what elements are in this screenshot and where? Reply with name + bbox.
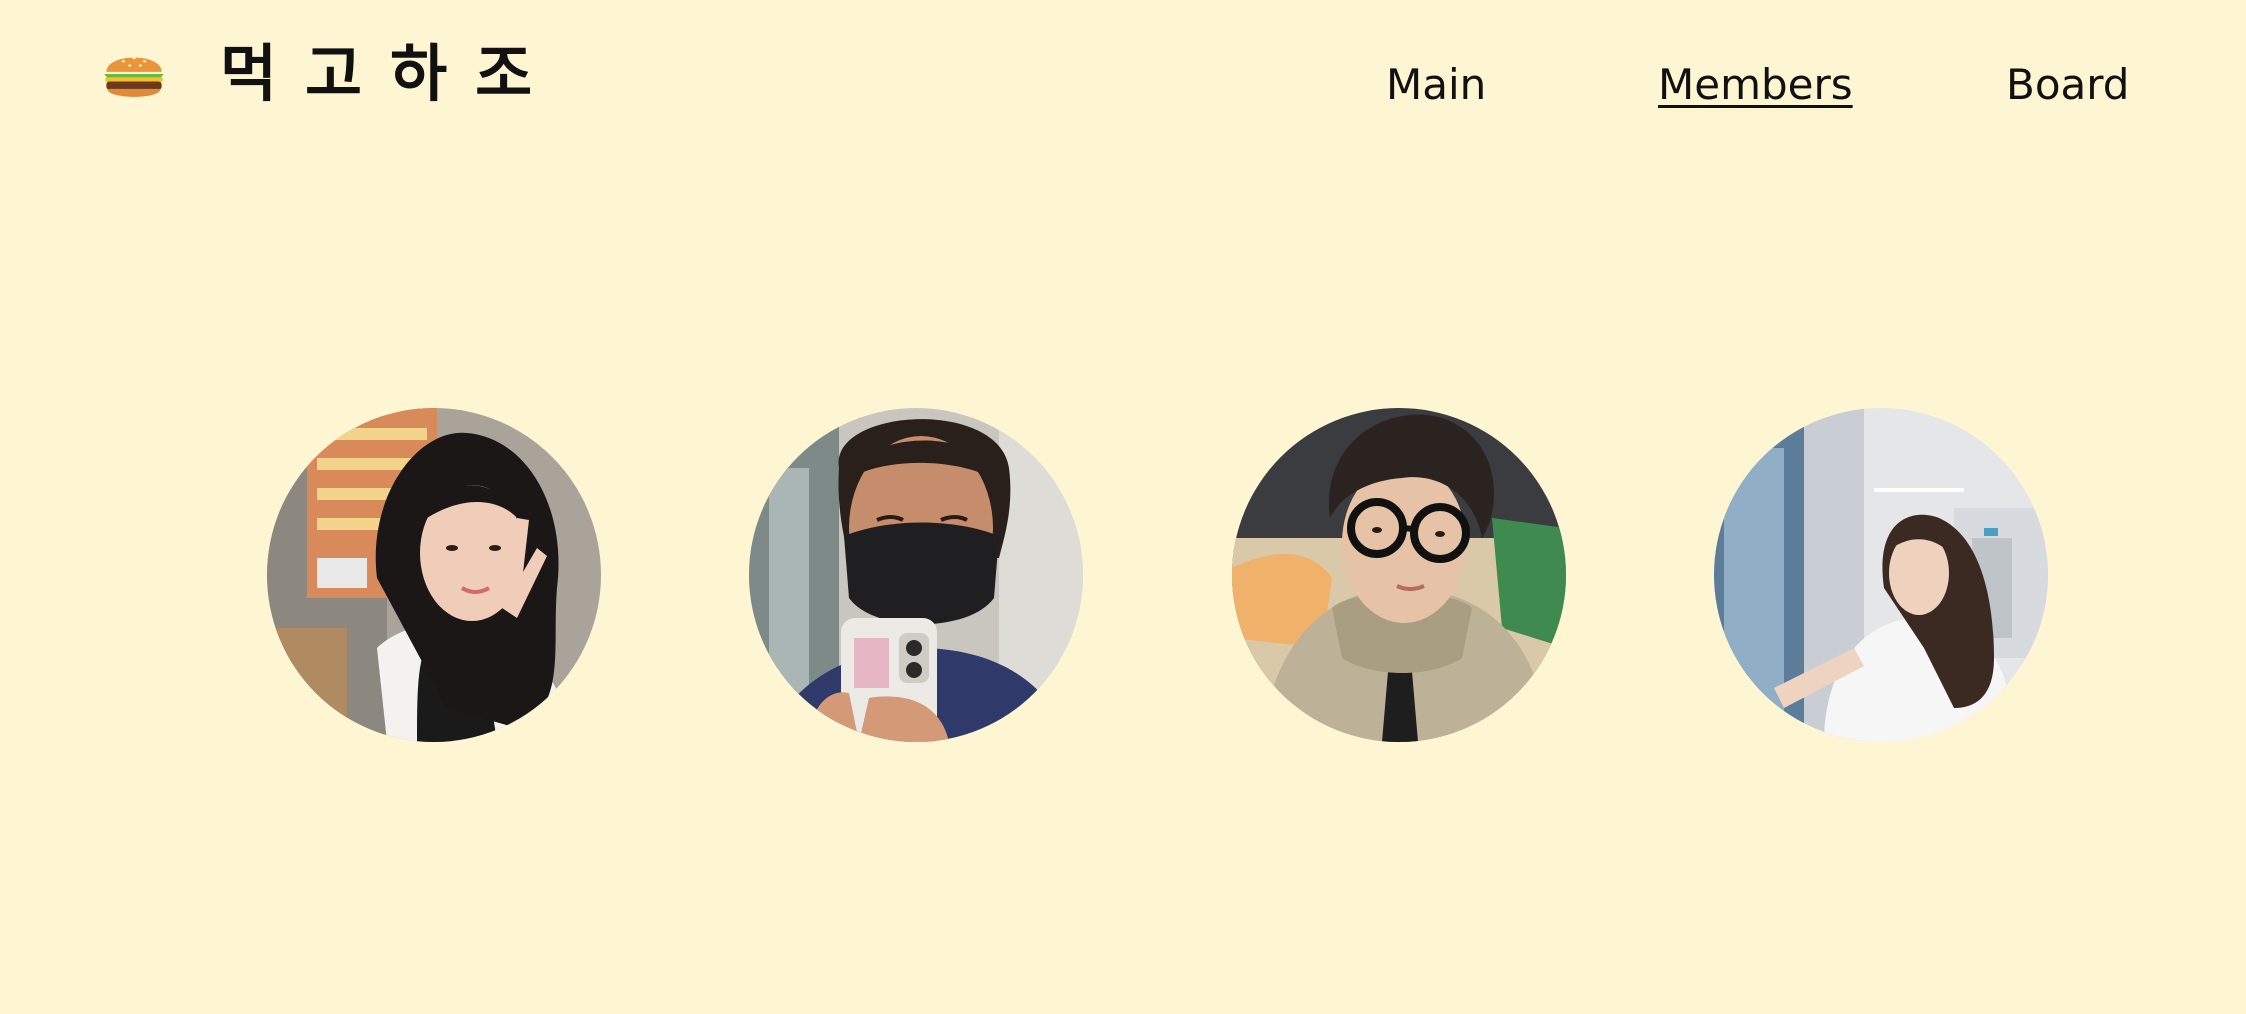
nav-members-link[interactable]: Members	[1658, 64, 1853, 106]
site-header: 먹고하조 Main Members Board	[0, 0, 2246, 170]
member-photo-2[interactable]	[749, 408, 1083, 742]
member-photo-1[interactable]	[267, 408, 601, 742]
nav-board-link[interactable]: Board	[2006, 64, 2129, 106]
main-nav: Main Members Board	[0, 58, 2246, 118]
nav-main-link[interactable]: Main	[1386, 64, 1486, 106]
person-photo-icon	[1714, 408, 2048, 742]
person-photo-icon	[1232, 408, 1566, 742]
person-photo-icon	[749, 408, 1083, 742]
member-photo-4[interactable]	[1714, 408, 2048, 742]
member-photo-3[interactable]	[1232, 408, 1566, 742]
members-gallery	[0, 408, 2246, 744]
person-photo-icon	[267, 408, 601, 742]
